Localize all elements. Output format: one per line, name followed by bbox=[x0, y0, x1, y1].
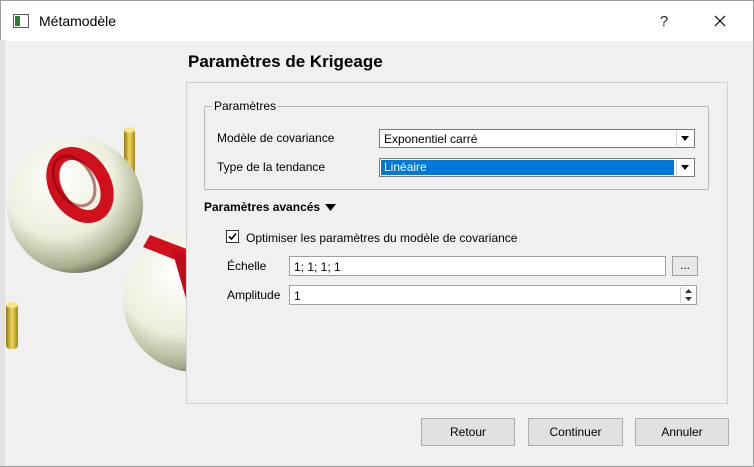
covariance-label: Modèle de covariance bbox=[217, 131, 335, 145]
spin-down-icon[interactable] bbox=[681, 295, 695, 303]
amplitude-stepper[interactable] bbox=[680, 287, 695, 303]
continue-button[interactable]: Continuer bbox=[528, 418, 623, 446]
chevron-down-icon[interactable] bbox=[676, 160, 693, 175]
parameters-group-title: Paramètres bbox=[212, 99, 279, 113]
covariance-select[interactable]: Exponentiel carré bbox=[379, 129, 695, 148]
covariance-select-value: Exponentiel carré bbox=[384, 132, 478, 146]
help-icon: ? bbox=[659, 12, 669, 30]
triangle-down-icon bbox=[325, 203, 337, 211]
scale-label: Échelle bbox=[227, 259, 267, 273]
chevron-down-icon[interactable] bbox=[676, 131, 693, 146]
optimize-label: Optimiser les paramètres du modèle de co… bbox=[246, 231, 518, 245]
optimize-checkbox[interactable] bbox=[226, 230, 239, 243]
title-bar: Métamodèle ? bbox=[1, 1, 753, 41]
page-title: Paramètres de Krigeage bbox=[188, 52, 383, 71]
spin-up-icon[interactable] bbox=[681, 287, 695, 295]
close-button[interactable] bbox=[703, 6, 737, 36]
scale-input[interactable]: 1; 1; 1; 1 bbox=[289, 256, 666, 276]
parameters-group bbox=[204, 106, 709, 190]
advanced-parameters-title: Paramètres avancés bbox=[204, 200, 321, 214]
back-button[interactable]: Retour bbox=[421, 418, 515, 446]
amplitude-label: Amplitude bbox=[227, 288, 281, 302]
advanced-parameters-toggle[interactable]: Paramètres avancés bbox=[204, 200, 337, 214]
close-icon bbox=[714, 15, 726, 27]
window-title: Métamodèle bbox=[39, 13, 117, 29]
app-icon bbox=[13, 14, 29, 28]
trend-label: Type de la tendance bbox=[217, 160, 326, 174]
help-button[interactable]: ? bbox=[647, 6, 681, 36]
check-icon bbox=[228, 232, 237, 241]
trend-select[interactable]: Linéaire bbox=[379, 158, 695, 177]
cancel-button[interactable]: Annuler bbox=[635, 418, 729, 446]
scale-input-value: 1; 1; 1; 1 bbox=[294, 260, 341, 274]
amplitude-spinbox-value: 1 bbox=[294, 289, 301, 303]
trend-select-value: Linéaire bbox=[381, 160, 674, 175]
scale-browse-button[interactable]: ... bbox=[672, 256, 698, 276]
amplitude-spinbox[interactable]: 1 bbox=[289, 285, 697, 305]
